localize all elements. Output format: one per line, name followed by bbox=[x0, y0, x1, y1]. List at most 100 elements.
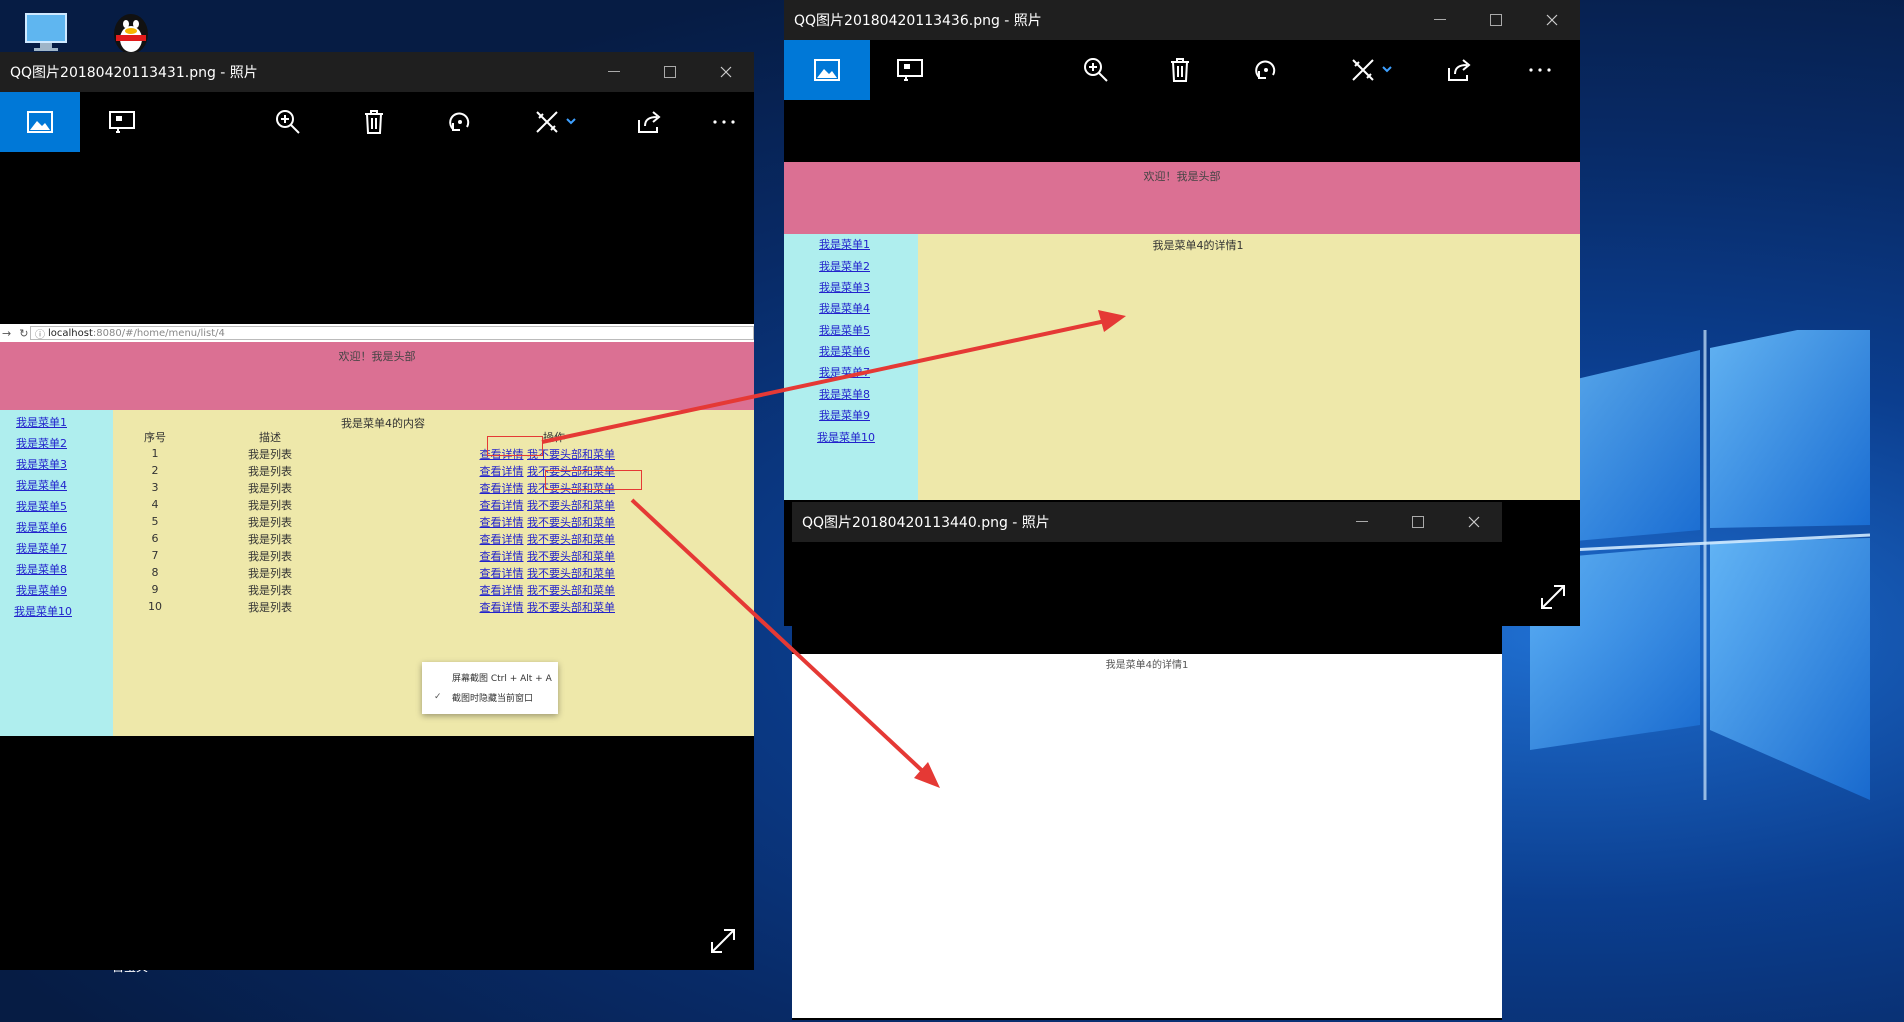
window-title: QQ图片20180420113436.png - 照片 bbox=[794, 13, 1042, 29]
reload-icon: ↻ bbox=[19, 326, 29, 340]
zoom-button[interactable] bbox=[1056, 40, 1136, 100]
sidebar-menu-link[interactable]: 我是菜单5 bbox=[819, 322, 870, 338]
zoom-button[interactable] bbox=[248, 92, 328, 152]
edit-icon bbox=[1352, 59, 1392, 81]
sidebar-menu-link[interactable]: 我是菜单4 bbox=[16, 477, 67, 493]
sidebar-menu-link[interactable]: 我是菜单8 bbox=[16, 561, 67, 577]
row-number: 5 bbox=[151, 515, 159, 528]
detail-page: 我是菜单4的详情1 bbox=[792, 654, 1502, 1018]
sidebar-menu-link[interactable]: 我是菜单10 bbox=[817, 429, 875, 445]
delete-button[interactable] bbox=[1140, 40, 1220, 100]
no-header-menu-link[interactable]: 我不要头部和菜单 bbox=[527, 533, 615, 546]
sidebar-menu-link[interactable]: 我是菜单6 bbox=[16, 519, 67, 535]
table-row: 6 我是列表 查看详情 我不要头部和菜单 bbox=[135, 530, 616, 547]
share-button[interactable] bbox=[610, 92, 690, 152]
view-detail-link[interactable]: 查看详情 bbox=[480, 516, 524, 529]
row-description: 我是列表 bbox=[248, 583, 292, 597]
rotate-button[interactable] bbox=[420, 92, 500, 152]
edit-button[interactable] bbox=[516, 92, 596, 152]
photo-view-icon bbox=[27, 111, 53, 133]
edit-button[interactable] bbox=[1332, 40, 1412, 100]
sidebar-menu-link[interactable]: 我是菜单9 bbox=[16, 582, 67, 598]
sidebar-menu-link[interactable]: 我是菜单9 bbox=[819, 407, 870, 423]
no-header-menu-link[interactable]: 我不要头部和菜单 bbox=[527, 550, 615, 563]
computer-desktop-icon[interactable] bbox=[22, 10, 70, 54]
close-button[interactable] bbox=[698, 52, 754, 92]
sidebar-menu-link[interactable]: 我是菜单10 bbox=[14, 603, 72, 619]
no-header-menu-link[interactable]: 我不要头部和菜单 bbox=[527, 567, 615, 580]
title-bar[interactable]: QQ图片20180420113440.png - 照片 bbox=[792, 502, 1502, 542]
minimize-button[interactable] bbox=[586, 52, 642, 92]
no-header-menu-link[interactable]: 我不要头部和菜单 bbox=[527, 584, 615, 597]
photo-view-button[interactable] bbox=[784, 40, 870, 100]
close-button[interactable] bbox=[1524, 0, 1580, 40]
more-button[interactable] bbox=[1500, 40, 1580, 100]
sidebar-menu-link[interactable]: 我是菜单2 bbox=[819, 258, 870, 274]
view-detail-link[interactable]: 查看详情 bbox=[480, 533, 524, 546]
sidebar-menu-link[interactable]: 我是菜单7 bbox=[819, 364, 870, 380]
table-row: 10 我是列表 查看详情 我不要头部和菜单 bbox=[135, 598, 615, 615]
view-detail-link[interactable]: 查看详情 bbox=[480, 550, 524, 563]
minimize-button[interactable] bbox=[1412, 0, 1468, 40]
no-header-menu-link[interactable]: 我不要头部和菜单 bbox=[527, 601, 615, 614]
expand-icon[interactable] bbox=[1538, 582, 1568, 612]
sidebar-menu-link[interactable]: 我是菜单7 bbox=[16, 540, 67, 556]
photos-window-1: QQ图片20180420113431.png - 照片 → ↻ ⓘ localh… bbox=[0, 52, 754, 970]
row-description: 我是列表 bbox=[248, 481, 292, 495]
slideshow-button[interactable] bbox=[870, 40, 950, 100]
view-detail-link[interactable]: 查看详情 bbox=[480, 482, 524, 495]
sidebar-menu-link[interactable]: 我是菜单1 bbox=[819, 236, 870, 252]
qq-desktop-icon[interactable] bbox=[108, 6, 154, 56]
sidebar-menu-link[interactable]: 我是菜单1 bbox=[16, 414, 67, 430]
browser-url-bar: → ↻ ⓘ localhost :8080/#/home/menu/list/4 bbox=[0, 324, 754, 342]
maximize-button[interactable] bbox=[1390, 502, 1446, 542]
highlight-box-nohead bbox=[545, 470, 642, 490]
sidebar-menu-link[interactable]: 我是菜单4 bbox=[819, 300, 870, 316]
no-header-menu-link[interactable]: 我不要头部和菜单 bbox=[527, 499, 615, 512]
more-button[interactable] bbox=[684, 92, 754, 152]
photo-view-button[interactable] bbox=[0, 92, 80, 152]
row-number: 10 bbox=[148, 600, 162, 613]
view-detail-link[interactable]: 查看详情 bbox=[480, 584, 524, 597]
sidebar-menu-link[interactable]: 我是菜单6 bbox=[819, 343, 870, 359]
page-header: 欢迎！我是头部 bbox=[784, 162, 1580, 234]
slideshow-icon bbox=[109, 111, 135, 133]
url-host: localhost bbox=[48, 327, 93, 339]
title-bar[interactable]: QQ图片20180420113431.png - 照片 bbox=[0, 52, 754, 92]
view-detail-link[interactable]: 查看详情 bbox=[480, 567, 524, 580]
table-row: 3 我是列表 查看详情 我不要头部和菜单 bbox=[135, 479, 616, 496]
share-button[interactable] bbox=[1420, 40, 1500, 100]
sidebar-menu-link[interactable]: 我是菜单8 bbox=[819, 386, 870, 402]
maximize-button[interactable] bbox=[642, 52, 698, 92]
detail-text: 我是菜单4的详情1 bbox=[1152, 239, 1244, 252]
close-button[interactable] bbox=[1446, 502, 1502, 542]
view-detail-link[interactable]: 查看详情 bbox=[480, 601, 524, 614]
row-actions: 查看详情 我不要头部和菜单 bbox=[365, 581, 616, 598]
row-description: 我是列表 bbox=[248, 549, 292, 563]
sidebar-menu-link[interactable]: 我是菜单3 bbox=[819, 279, 870, 295]
row-description: 我是列表 bbox=[248, 447, 292, 461]
minimize-button[interactable] bbox=[1334, 502, 1390, 542]
table-row: 8 我是列表 查看详情 我不要头部和菜单 bbox=[135, 564, 616, 581]
row-actions: 查看详情 我不要头部和菜单 bbox=[365, 513, 616, 530]
slideshow-button[interactable] bbox=[82, 92, 162, 152]
view-detail-link[interactable]: 查看详情 bbox=[480, 499, 524, 512]
no-header-menu-link[interactable]: 我不要头部和菜单 bbox=[527, 516, 615, 529]
sidebar-menu-link[interactable]: 我是菜单2 bbox=[16, 435, 67, 451]
share-icon bbox=[1448, 59, 1471, 81]
sidebar-menu-link[interactable]: 我是菜单3 bbox=[16, 456, 67, 472]
view-detail-link[interactable]: 查看详情 bbox=[480, 465, 524, 478]
table-row: 1 我是列表 查看详情 我不要头部和菜单 bbox=[135, 445, 616, 462]
sidebar-menu-link[interactable]: 我是菜单5 bbox=[16, 498, 67, 514]
maximize-button[interactable] bbox=[1468, 0, 1524, 40]
rotate-button[interactable] bbox=[1226, 40, 1306, 100]
delete-button[interactable] bbox=[334, 92, 414, 152]
photos-toolbar bbox=[0, 92, 754, 152]
check-icon: ✓ bbox=[434, 692, 442, 702]
share-icon bbox=[638, 111, 661, 133]
row-number: 1 bbox=[151, 447, 159, 460]
context-menu-item-screenshot[interactable]: 屏幕截图 Ctrl + Alt + A bbox=[422, 667, 558, 687]
expand-icon[interactable] bbox=[708, 926, 738, 956]
title-bar[interactable]: QQ图片20180420113436.png - 照片 bbox=[784, 0, 1580, 40]
context-menu-item-hide-window[interactable]: ✓ 截图时隐藏当前窗口 bbox=[422, 687, 558, 707]
